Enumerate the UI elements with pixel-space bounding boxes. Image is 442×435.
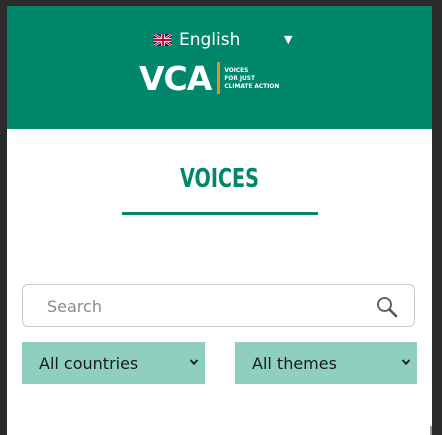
countries-filter[interactable]: All countries (22, 342, 205, 384)
logo-tagline-line: CLIMATE ACTION (224, 82, 280, 90)
themes-filter[interactable]: All themes (235, 342, 417, 384)
chevron-down-icon (189, 359, 199, 366)
chevron-down-icon (401, 359, 411, 366)
language-selector[interactable]: English ▼ (154, 28, 304, 52)
logo-tagline: VOICES FOR JUST CLIMATE ACTION (224, 66, 279, 90)
themes-filter-value: All themes (252, 353, 337, 373)
title-underline (122, 212, 318, 215)
caret-down-icon: ▼ (284, 33, 293, 46)
search-box (22, 284, 415, 327)
page-frame: English ▼ VCA VOICES FOR JUST CLIMATE AC… (7, 6, 432, 435)
search-input[interactable] (47, 295, 347, 317)
site-header: English ▼ VCA VOICES FOR JUST CLIMATE AC… (7, 6, 432, 129)
uk-flag-icon (154, 34, 172, 46)
logo-tagline-line: VOICES (224, 66, 249, 74)
site-logo[interactable]: VCA VOICES FOR JUST CLIMATE ACTION (139, 58, 279, 98)
logo-accent-bar (217, 62, 221, 94)
language-label: English (179, 30, 241, 50)
logo-mark: VCA (139, 58, 212, 98)
page-title: VOICES (180, 164, 259, 194)
logo-tagline-line: FOR JUST (224, 74, 255, 82)
countries-filter-value: All countries (39, 353, 139, 373)
search-icon[interactable] (375, 295, 399, 319)
scrollbar-fragment[interactable] (430, 426, 432, 435)
